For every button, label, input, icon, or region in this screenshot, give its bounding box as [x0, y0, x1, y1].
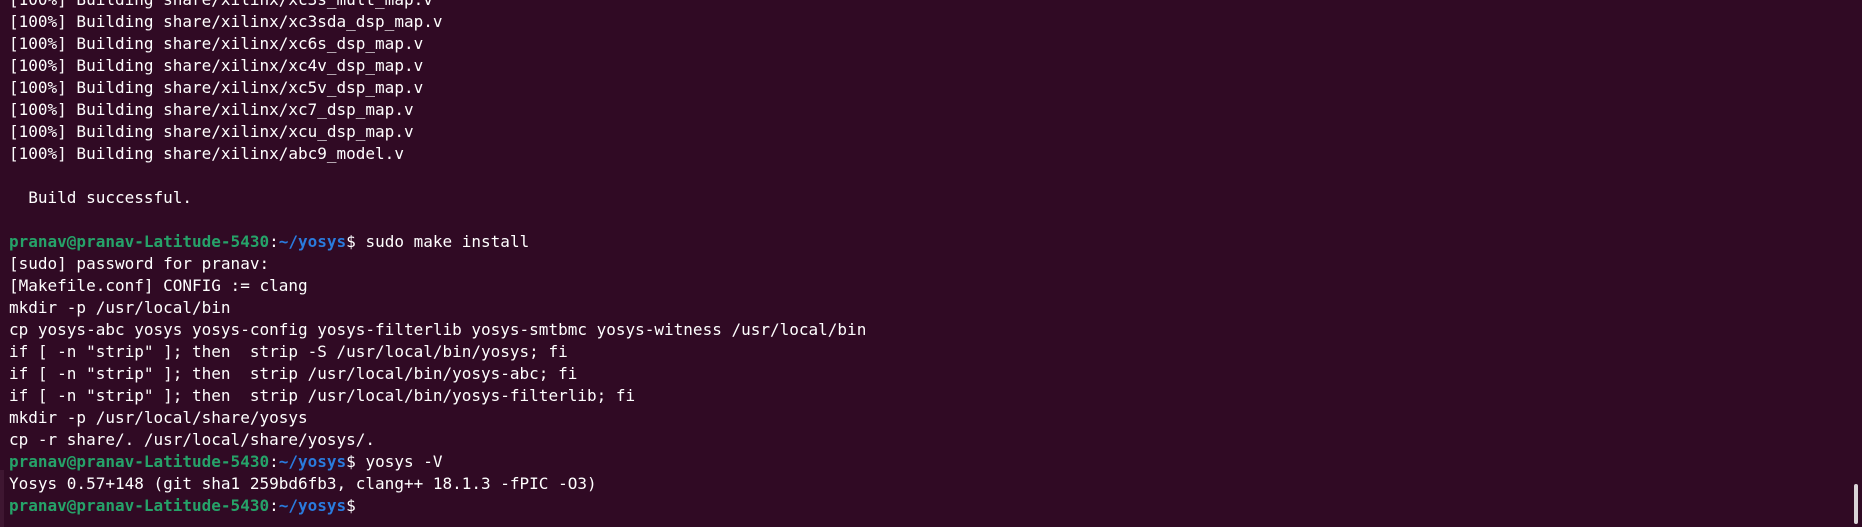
- output-line: [100%] Building share/xilinx/xc6s_dsp_ma…: [9, 34, 424, 53]
- output-line: mkdir -p /usr/local/share/yosys: [9, 408, 308, 427]
- prompt-symbol: $: [346, 232, 356, 251]
- command-text: sudo make install: [355, 232, 530, 251]
- output-line: [sudo] password for pranav:: [9, 254, 270, 273]
- prompt-separator: :: [269, 232, 279, 251]
- output-line: if [ -n "strip" ]; then strip /usr/local…: [9, 386, 636, 405]
- prompt-symbol: $: [346, 496, 356, 515]
- prompt-line: pranav@pranav-Latitude-5430:~/yosys$: [9, 495, 1838, 517]
- command-text: yosys -V: [355, 452, 443, 471]
- prompt-line: pranav@pranav-Latitude-5430:~/yosys$ sud…: [9, 231, 1838, 253]
- window-edge: [0, 470, 4, 527]
- text-cursor: [356, 496, 365, 514]
- terminal-output[interactable]: [100%] Building share/xilinx/xc3s_mult_m…: [9, 0, 1838, 517]
- prompt-path: ~/yosys: [278, 452, 347, 471]
- output-line: [Makefile.conf] CONFIG := clang: [9, 276, 308, 295]
- prompt-user-host: pranav@pranav-Latitude-5430: [9, 496, 270, 515]
- prompt-separator: :: [269, 496, 279, 515]
- prompt-symbol: $: [346, 452, 356, 471]
- output-line: mkdir -p /usr/local/bin: [9, 298, 231, 317]
- output-line: [100%] Building share/xilinx/xc3sda_dsp_…: [9, 12, 443, 31]
- output-line: cp -r share/. /usr/local/share/yosys/.: [9, 430, 376, 449]
- output-line: cp yosys-abc yosys yosys-config yosys-fi…: [9, 320, 867, 339]
- output-line: if [ -n "strip" ]; then strip /usr/local…: [9, 364, 578, 383]
- output-line: [100%] Building share/xilinx/xcu_dsp_map…: [9, 122, 414, 141]
- output-line: if [ -n "strip" ]; then strip -S /usr/lo…: [9, 342, 568, 361]
- output-line: Build successful.: [9, 188, 193, 207]
- output-line: [100%] Building share/xilinx/xc3s_mult_m…: [9, 0, 1838, 11]
- prompt-separator: :: [269, 452, 279, 471]
- prompt-user-host: pranav@pranav-Latitude-5430: [9, 452, 270, 471]
- scrollbar-thumb[interactable]: [1854, 484, 1858, 524]
- output-line: [100%] Building share/xilinx/xc4v_dsp_ma…: [9, 56, 424, 75]
- output-line: [100%] Building share/xilinx/abc9_model.…: [9, 144, 404, 163]
- prompt-path: ~/yosys: [278, 232, 347, 251]
- prompt-user-host: pranav@pranav-Latitude-5430: [9, 232, 270, 251]
- prompt-path: ~/yosys: [278, 496, 347, 515]
- prompt-line: pranav@pranav-Latitude-5430:~/yosys$ yos…: [9, 451, 1838, 473]
- output-line: [100%] Building share/xilinx/xc7_dsp_map…: [9, 100, 414, 119]
- output-line: Yosys 0.57+148 (git sha1 259bd6fb3, clan…: [9, 474, 597, 493]
- output-line: [100%] Building share/xilinx/xc5v_dsp_ma…: [9, 78, 424, 97]
- terminal-window[interactable]: [100%] Building share/xilinx/xc3s_mult_m…: [0, 0, 1862, 527]
